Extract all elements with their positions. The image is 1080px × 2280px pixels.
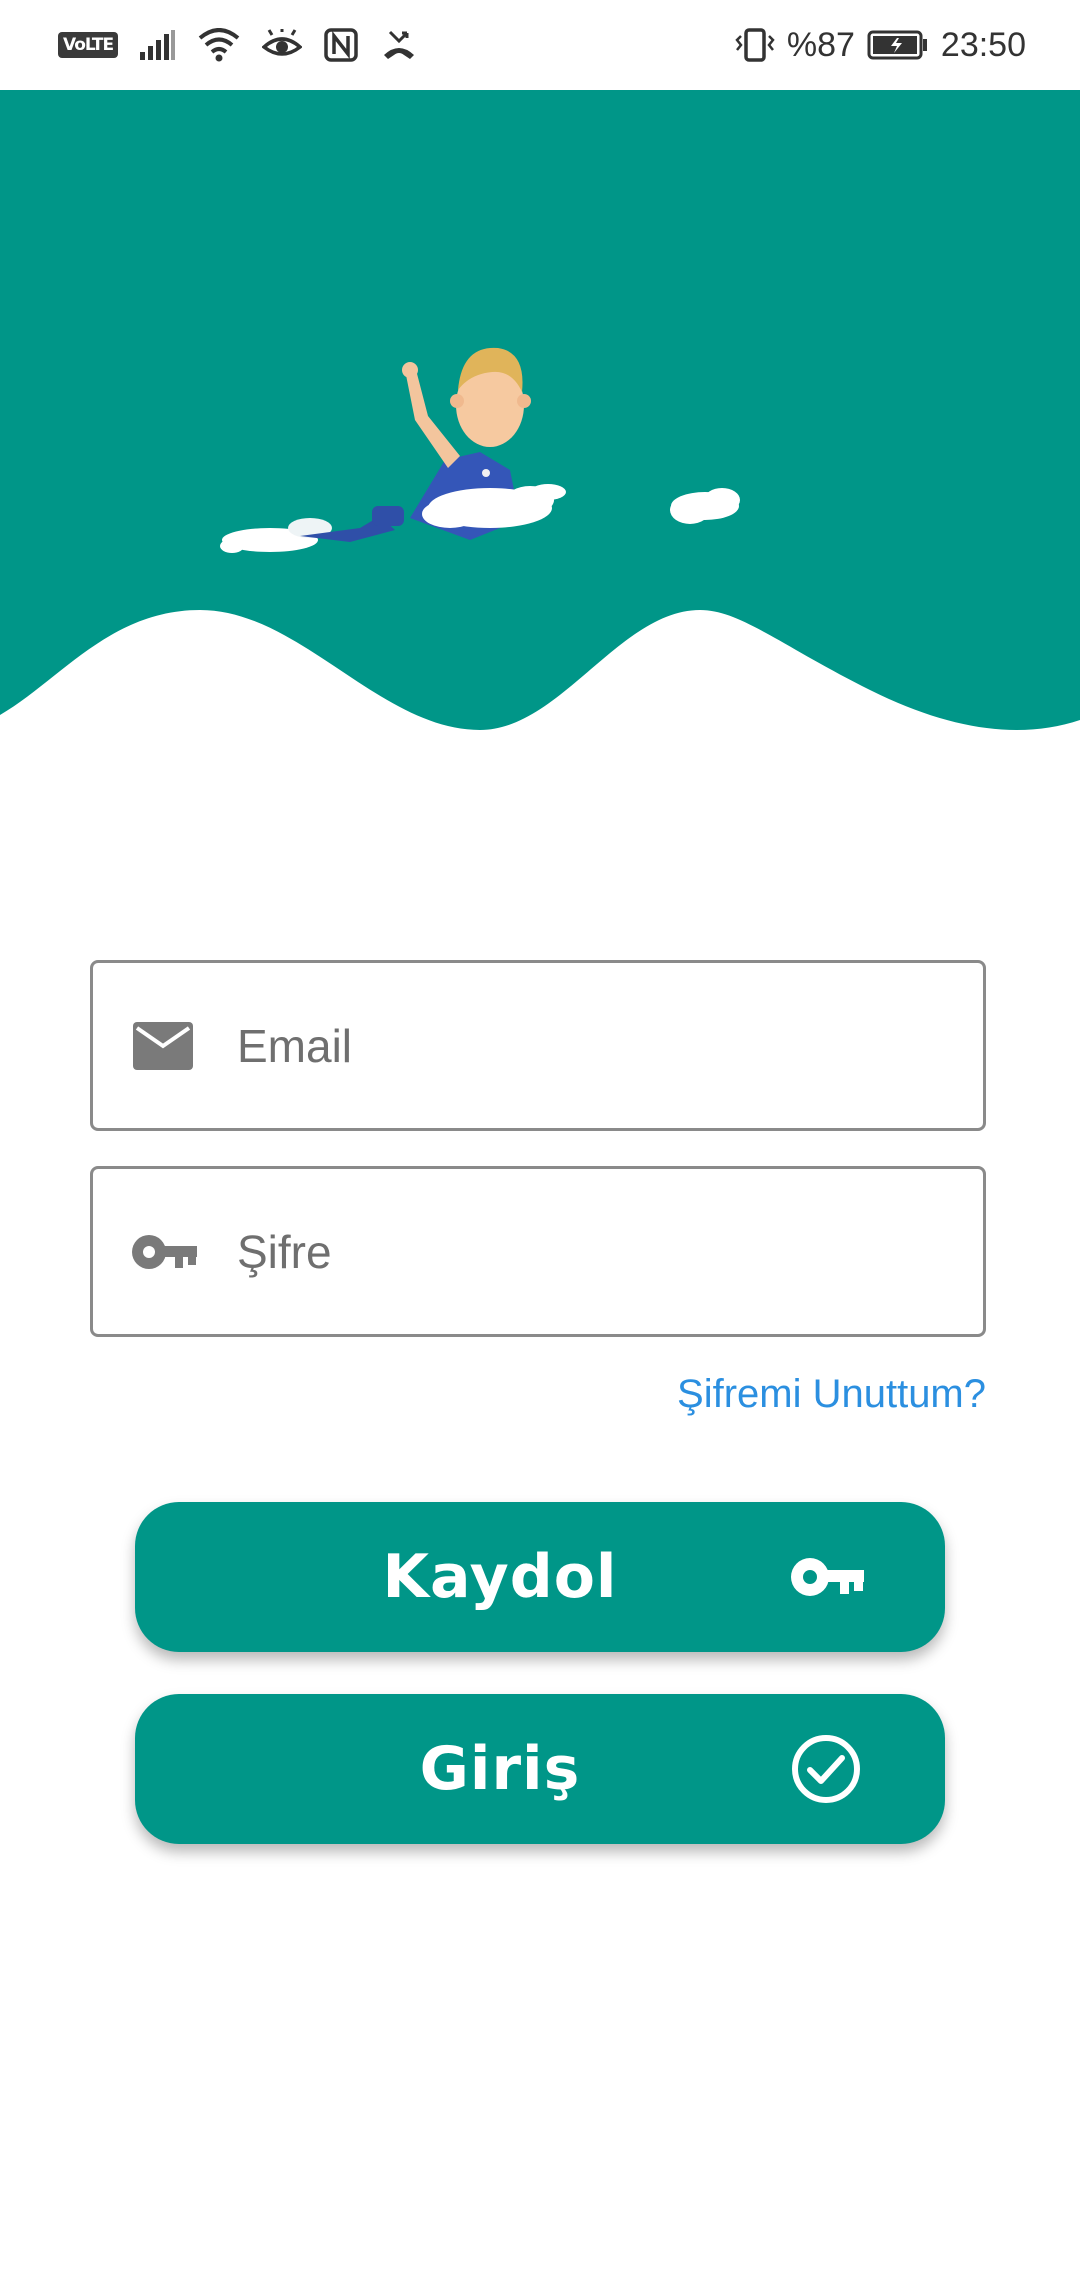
header-banner [0,90,1080,790]
login-button[interactable]: Giriş [135,1694,945,1844]
missed-call-icon [380,29,418,61]
key-icon [131,1232,199,1272]
nfc-icon [324,28,358,62]
login-button-label: Giriş [419,1734,581,1804]
signal-icon [140,30,176,60]
register-button[interactable]: Kaydol [135,1502,945,1652]
status-bar-left: VoLTE [58,24,418,66]
status-time: 23:50 [940,25,1026,64]
volte-badge: VoLTE [58,32,119,58]
wifi-icon [198,28,240,62]
register-button-label: Kaydol [382,1542,618,1612]
mail-icon [131,1020,195,1072]
header-wave [0,90,1080,730]
check-circle-icon [790,1733,862,1805]
status-bar: VoLTE %87 23:50 [0,0,1080,90]
key-icon [790,1555,866,1599]
password-field[interactable]: Şifre [90,1166,986,1337]
email-placeholder: Email [237,1019,353,1072]
vibrate-icon [735,28,775,62]
status-bar-right: %87 23:50 [735,24,1026,66]
eye-comfort-icon [262,29,303,61]
battery-percent: %87 [786,25,855,64]
email-field[interactable]: Email [90,960,986,1131]
password-placeholder: Şifre [237,1225,332,1278]
battery-charging-icon [867,30,929,60]
forgot-password-link[interactable]: Şifremi Unuttum? [677,1372,986,1417]
